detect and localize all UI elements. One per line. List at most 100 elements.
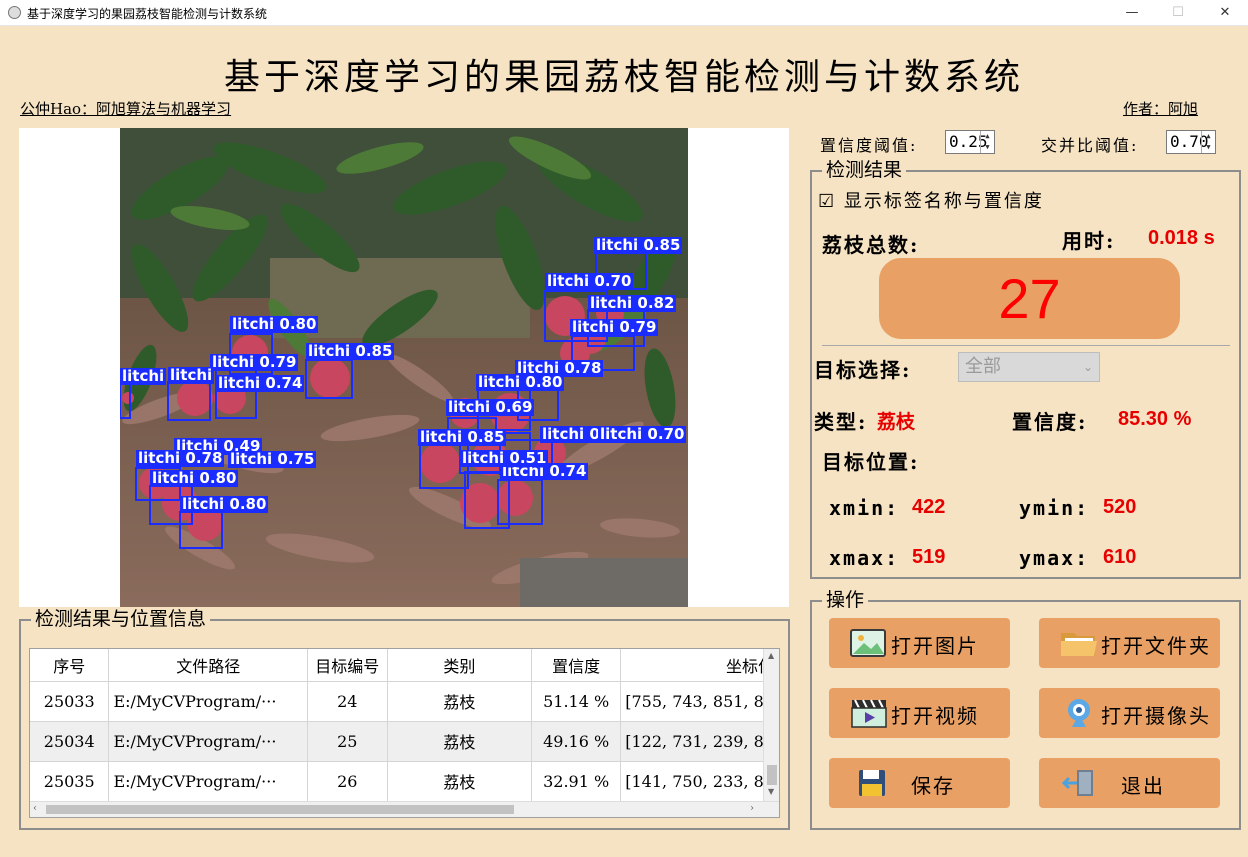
col-header[interactable]: 文件路径	[108, 649, 308, 682]
vertical-scrollbar[interactable]: ▲ ▼	[763, 649, 779, 801]
detection-label: litchi 0.85	[306, 342, 395, 360]
iou-threshold-label: 交并比阈值:	[1041, 136, 1139, 155]
detection-image: litchi 0.85 litchi 0.70 litchi 0.82 litchi …	[120, 128, 688, 607]
detection-label: litchi 0.80	[230, 315, 319, 333]
target-select-value: 全部	[965, 356, 1001, 377]
confidence-label: 置信度:	[1012, 410, 1088, 434]
cell-class: 荔枝	[387, 721, 533, 762]
cell-target-id: 24	[307, 681, 388, 722]
time-value: 0.018 s	[1148, 227, 1215, 249]
hscroll-thumb[interactable]	[46, 805, 514, 814]
cell-path: E:/MyCVProgram/···	[108, 761, 308, 802]
type-value: 荔枝	[877, 411, 916, 433]
detection-label: litchi 0.74	[216, 374, 305, 392]
exit-door-icon	[1061, 770, 1093, 796]
show-label-checkbox[interactable]: ☑ 显示标签名称与置信度	[818, 187, 1044, 213]
image-icon	[850, 629, 886, 657]
table-row[interactable]: 25034 E:/MyCVProgram/··· 25 荔枝 49.16 % […	[30, 721, 779, 762]
iou-threshold-spinbox[interactable]: 0.70 ▲ ▼	[1166, 130, 1216, 154]
total-count-display: 27	[879, 258, 1180, 339]
total-count-label: 荔枝总数:	[822, 233, 920, 257]
scroll-right-icon[interactable]: ›	[750, 803, 754, 814]
app-icon	[8, 6, 21, 19]
checkbox-checked-icon[interactable]: ☑	[818, 191, 836, 212]
exit-button[interactable]: 退出	[1039, 758, 1220, 808]
cell-confidence: 51.14 %	[531, 681, 622, 722]
detection-label: litchi 0.78	[136, 449, 225, 467]
col-header[interactable]: 目标编号	[307, 649, 388, 682]
save-floppy-icon	[859, 770, 885, 796]
cell-index: 25033	[30, 681, 110, 722]
position-label: 目标位置:	[822, 450, 920, 474]
cell-path: E:/MyCVProgram/···	[108, 681, 308, 722]
detection-label: litchi 0.69	[446, 398, 535, 416]
page-title: 基于深度学习的果园荔枝智能检测与计数系统	[223, 57, 1024, 98]
cell-index: 25034	[30, 721, 110, 762]
window-titlebar: 基于深度学习的果园荔枝智能检测与计数系统 — ☐ ✕	[0, 0, 1248, 26]
col-header[interactable]: 坐标位	[620, 649, 779, 682]
detection-label: litchi 0.82	[588, 294, 677, 312]
detection-label: litchi	[120, 367, 167, 385]
scroll-left-icon[interactable]: ‹	[33, 803, 37, 814]
open-video-label: 打开视频	[891, 704, 979, 728]
webcam-icon	[1068, 699, 1090, 727]
spin-arrows-icon[interactable]: ▲ ▼	[1201, 131, 1215, 153]
horizontal-scrollbar[interactable]: ‹ ›	[30, 801, 779, 817]
ymax-value: 610	[1103, 546, 1137, 568]
operations-group-title: 操作	[822, 588, 869, 612]
cell-coords: [755, 743, 851, 82	[620, 681, 779, 722]
detection-label: litchi 0.70	[545, 272, 634, 290]
results-table[interactable]: 序号 文件路径 目标编号 类别 置信度 坐标位 25033 E:/MyCVPro…	[29, 648, 780, 818]
xmax-label: xmax:	[829, 546, 900, 570]
detection-label: litchi 0.80	[180, 495, 269, 513]
detection-label: litchi 0.85	[594, 236, 683, 254]
col-header[interactable]: 序号	[30, 649, 110, 682]
wechat-caption: 公仲Hao：阿旭算法与机器学习	[20, 100, 232, 118]
ymin-value: 520	[1103, 496, 1137, 518]
open-image-button[interactable]: 打开图片	[829, 618, 1010, 668]
table-header-row: 序号 文件路径 目标编号 类别 置信度 坐标位	[30, 649, 779, 682]
cell-class: 荔枝	[387, 681, 533, 722]
maximize-button[interactable]: ☐	[1155, 0, 1201, 26]
cell-confidence: 49.16 %	[531, 721, 622, 762]
open-camera-button[interactable]: 打开摄像头	[1039, 688, 1220, 738]
detection-label: litchi	[168, 366, 215, 384]
table-row[interactable]: 25035 E:/MyCVProgram/··· 26 荔枝 32.91 % […	[30, 761, 779, 802]
divider	[822, 345, 1230, 346]
target-select-label: 目标选择:	[814, 358, 912, 382]
detection-label: litchi 0.80	[476, 373, 565, 391]
open-folder-label: 打开文件夹	[1101, 634, 1211, 658]
show-label-checkbox-text: 显示标签名称与置信度	[843, 191, 1044, 212]
table-group-title: 检测结果与位置信息	[31, 607, 211, 631]
xmin-value: 422	[912, 496, 946, 518]
open-folder-button[interactable]: 打开文件夹	[1039, 618, 1220, 668]
spin-arrows-icon[interactable]: ▲ ▼	[980, 131, 994, 153]
conf-threshold-label: 置信度阈值:	[820, 136, 918, 155]
cell-confidence: 32.91 %	[531, 761, 622, 802]
save-button[interactable]: 保存	[829, 758, 1010, 808]
minimize-button[interactable]: —	[1109, 0, 1155, 26]
cell-coords: [122, 731, 239, 84	[620, 721, 779, 762]
close-button[interactable]: ✕	[1202, 0, 1248, 26]
target-select-combobox[interactable]: 全部 ⌄	[958, 352, 1100, 382]
results-group-title: 检测结果	[822, 158, 907, 182]
image-display-panel: litchi 0.85 litchi 0.70 litchi 0.82 litchi …	[19, 128, 789, 607]
chevron-down-icon[interactable]: ⌄	[1083, 353, 1093, 381]
exit-label: 退出	[1121, 774, 1165, 798]
table-row[interactable]: 25033 E:/MyCVProgram/··· 24 荔枝 51.14 % […	[30, 681, 779, 722]
open-camera-label: 打开摄像头	[1101, 704, 1211, 728]
detection-label: litchi 0.70	[598, 425, 687, 443]
cell-index: 25035	[30, 761, 110, 802]
type-label: 类型:	[814, 410, 868, 434]
col-header[interactable]: 类别	[387, 649, 533, 682]
col-header[interactable]: 置信度	[531, 649, 622, 682]
scroll-thumb[interactable]	[767, 765, 777, 785]
conf-threshold-spinbox[interactable]: 0.25 ▲ ▼	[945, 130, 995, 154]
scroll-up-icon[interactable]: ▲	[768, 651, 774, 660]
open-video-button[interactable]: 打开视频	[829, 688, 1010, 738]
open-image-label: 打开图片	[891, 634, 979, 658]
cell-target-id: 25	[307, 721, 388, 762]
window-title: 基于深度学习的果园荔枝智能检测与计数系统	[27, 7, 268, 21]
scroll-down-icon[interactable]: ▼	[768, 787, 774, 796]
xmax-value: 519	[912, 546, 946, 568]
